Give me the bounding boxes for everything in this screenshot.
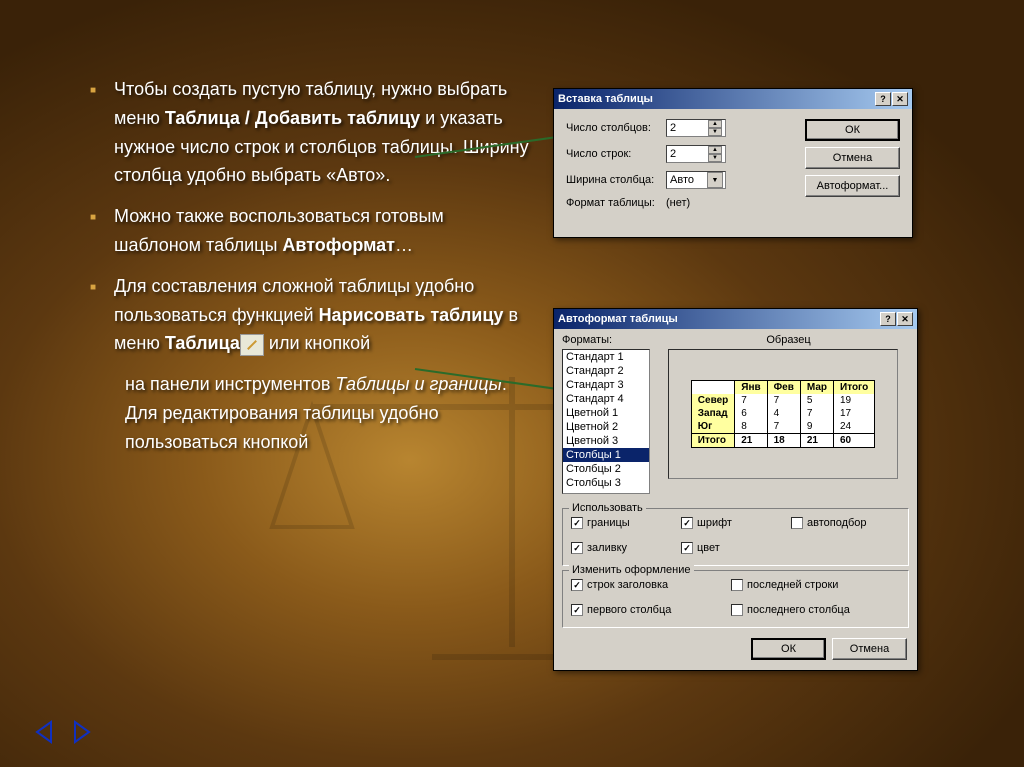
sample-preview: ЯнвФевМарИтогоСевер77519Запад64717Юг8792… — [668, 349, 898, 479]
checkbox-последнего столбца[interactable]: последнего столбца — [731, 604, 881, 616]
checkbox-label: последнего столбца — [747, 604, 850, 616]
ok-button[interactable]: ОК — [751, 638, 826, 660]
format-option[interactable]: Столбцы 2 — [563, 462, 649, 476]
checkbox-label: автоподбор — [807, 517, 867, 529]
dialog2-titlebar[interactable]: Автоформат таблицы ? ✕ — [554, 309, 917, 329]
ok-button[interactable]: ОК — [805, 119, 900, 141]
spin-down-icon[interactable]: ▼ — [708, 154, 722, 162]
rows-input[interactable]: 2 ▲▼ — [666, 145, 726, 163]
checkbox-label: строк заголовка — [587, 579, 668, 591]
checkbox-icon — [731, 604, 743, 616]
nav-arrows — [30, 717, 96, 747]
format-option[interactable]: Цветной 3 — [563, 434, 649, 448]
checkbox-icon: ✓ — [681, 517, 693, 529]
checkbox-автоподбор[interactable]: автоподбор — [791, 517, 891, 529]
width-select[interactable]: Авто — [666, 171, 726, 189]
formats-listbox[interactable]: Стандарт 1Стандарт 2Стандарт 3Стандарт 4… — [562, 349, 650, 494]
spin-up-icon[interactable]: ▲ — [708, 146, 722, 154]
bullet-1: ■ Чтобы создать пустую таблицу, нужно вы… — [75, 75, 535, 190]
format-option[interactable]: Стандарт 1 — [563, 350, 649, 364]
cols-label: Число столбцов: — [566, 122, 666, 134]
checkbox-label: шрифт — [697, 517, 732, 529]
checkbox-label: заливку — [587, 542, 627, 554]
cols-input[interactable]: 2 ▲▼ — [666, 119, 726, 137]
rows-label: Число строк: — [566, 148, 666, 160]
formats-label: Форматы: — [562, 334, 650, 346]
checkbox-icon: ✓ — [681, 542, 693, 554]
autoformat-button[interactable]: Автоформат... — [805, 175, 900, 197]
cancel-button[interactable]: Отмена — [805, 147, 900, 169]
checkbox-шрифт[interactable]: ✓ шрифт — [681, 517, 781, 529]
help-icon[interactable]: ? — [875, 92, 891, 106]
checkbox-label: границы — [587, 517, 630, 529]
close-icon[interactable]: ✕ — [897, 312, 913, 326]
checkbox-icon: ✓ — [571, 542, 583, 554]
checkbox-заливку[interactable]: ✓ заливку — [571, 542, 671, 554]
dialog2-title: Автоформат таблицы — [558, 313, 678, 325]
bullet-marker-icon: ■ — [90, 210, 96, 260]
slide-text-content: ■ Чтобы создать пустую таблицу, нужно вы… — [75, 75, 535, 457]
checkbox-последней строки[interactable]: последней строки — [731, 579, 881, 591]
checkbox-label: последней строки — [747, 579, 838, 591]
checkbox-icon — [791, 517, 803, 529]
format-option[interactable]: Цветной 2 — [563, 420, 649, 434]
checkbox-icon: ✓ — [571, 517, 583, 529]
format-option[interactable]: Столбцы 3 — [563, 476, 649, 490]
spin-up-icon[interactable]: ▲ — [708, 120, 722, 128]
checkbox-строк заголовка[interactable]: ✓ строк заголовка — [571, 579, 721, 591]
checkbox-цвет[interactable]: ✓ цвет — [681, 542, 781, 554]
checkbox-icon: ✓ — [571, 604, 583, 616]
checkbox-label: цвет — [697, 542, 720, 554]
cancel-button[interactable]: Отмена — [832, 638, 907, 660]
width-label: Ширина столбца: — [566, 174, 666, 186]
bullet-marker-icon: ■ — [90, 83, 96, 190]
checkbox-границы[interactable]: ✓ границы — [571, 517, 671, 529]
use-groupbox: Использовать ✓границы✓шрифтавтоподбор✓за… — [562, 508, 909, 566]
insert-table-dialog: Вставка таблицы ? ✕ Число столбцов: 2 ▲▼… — [553, 88, 913, 238]
format-label: Формат таблицы: — [566, 197, 666, 209]
help-icon[interactable]: ? — [880, 312, 896, 326]
bullet-marker-icon: ■ — [90, 280, 96, 358]
format-value: (нет) — [666, 197, 690, 209]
dialog1-title: Вставка таблицы — [558, 93, 653, 105]
sample-table: ЯнвФевМарИтогоСевер77519Запад64717Юг8792… — [691, 380, 875, 448]
format-option[interactable]: Цветной 1 — [563, 406, 649, 420]
checkbox-icon: ✓ — [571, 579, 583, 591]
format-option[interactable]: Стандарт 3 — [563, 378, 649, 392]
sample-label: Образец — [668, 334, 909, 346]
format-option[interactable]: Стандарт 4 — [563, 392, 649, 406]
bullet-2: ■ Можно также воспользоваться готовым ша… — [75, 202, 535, 260]
checkbox-label: первого столбца — [587, 604, 671, 616]
change-groupbox: Изменить оформление ✓строк заголовкапосл… — [562, 570, 909, 628]
format-option[interactable]: Стандарт 2 — [563, 364, 649, 378]
bullet-3: ■ Для составления сложной таблицы удобно… — [75, 272, 535, 358]
sub-paragraph: на панели инструментов Таблицы и границы… — [75, 370, 535, 456]
format-option[interactable]: Столбцы 1 — [563, 448, 649, 462]
next-slide-button[interactable] — [66, 717, 96, 747]
autoformat-dialog: Автоформат таблицы ? ✕ Форматы: Стандарт… — [553, 308, 918, 671]
group1-title: Использовать — [569, 502, 646, 514]
dialog1-titlebar[interactable]: Вставка таблицы ? ✕ — [554, 89, 912, 109]
pencil-icon — [240, 334, 264, 356]
close-icon[interactable]: ✕ — [892, 92, 908, 106]
group2-title: Изменить оформление — [569, 564, 694, 576]
checkbox-первого столбца[interactable]: ✓ первого столбца — [571, 604, 721, 616]
spin-down-icon[interactable]: ▼ — [708, 128, 722, 136]
checkbox-icon — [731, 579, 743, 591]
prev-slide-button[interactable] — [30, 717, 60, 747]
